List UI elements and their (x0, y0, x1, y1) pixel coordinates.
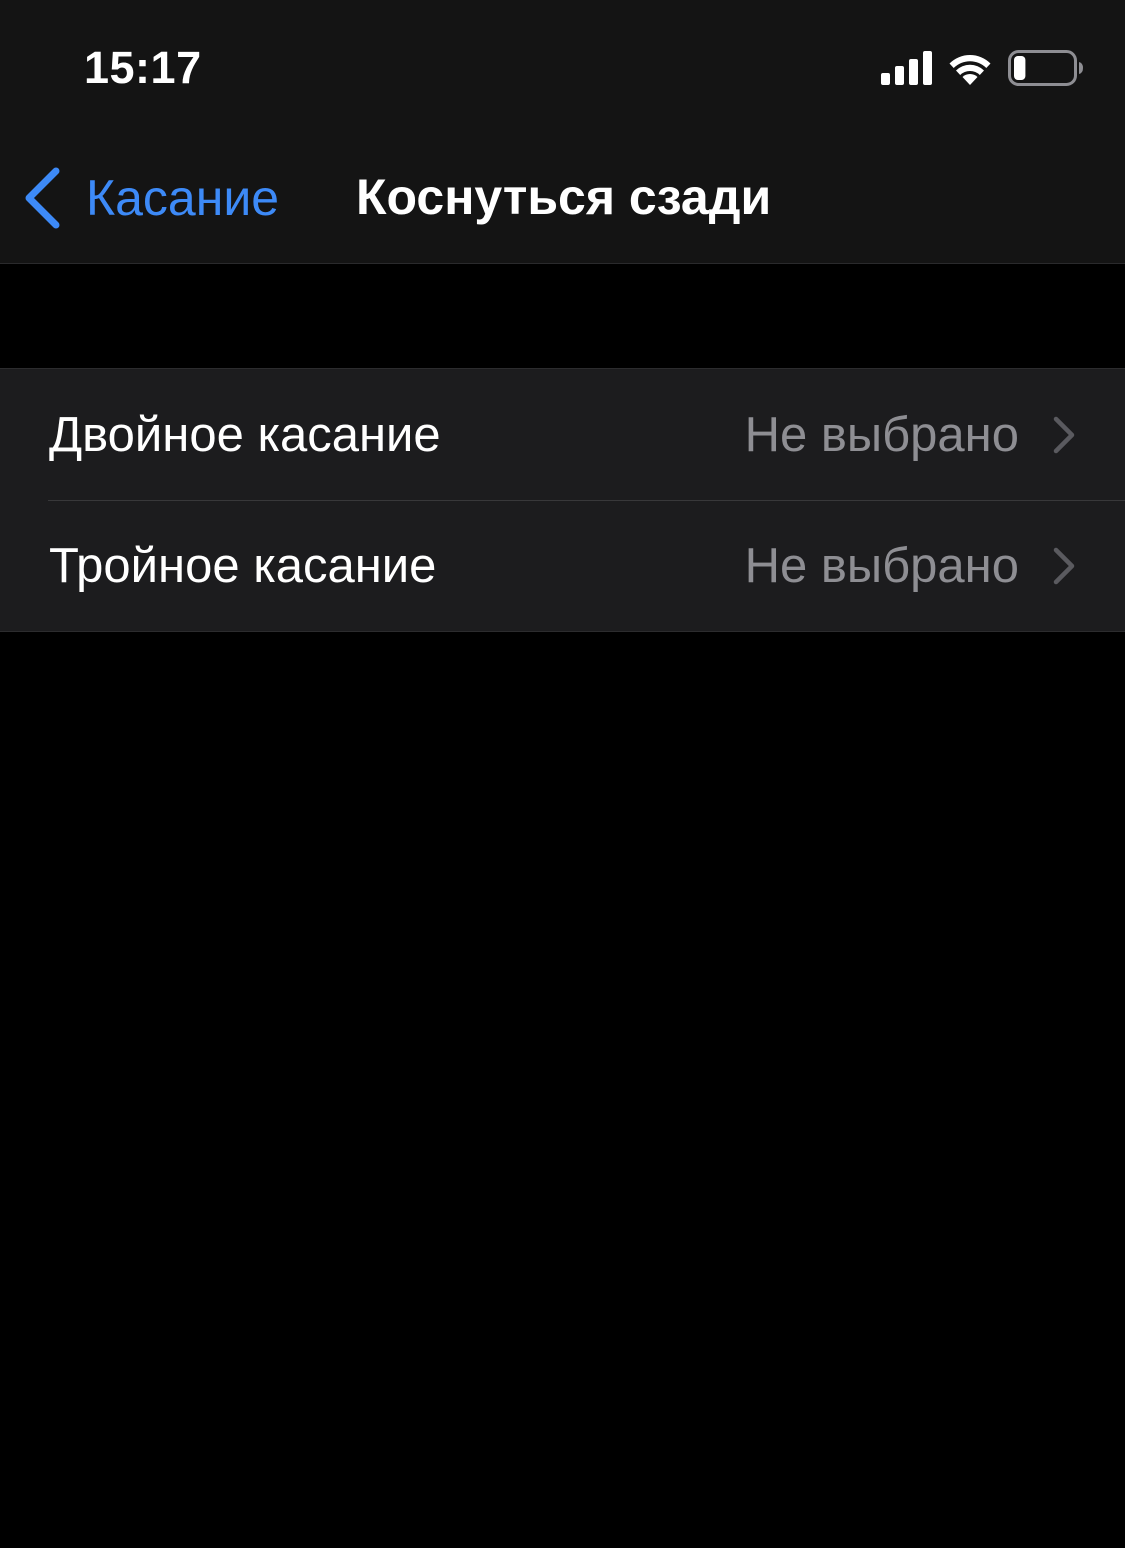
triple-tap-row[interactable]: Тройное касание Не выбрано (0, 500, 1125, 631)
double-tap-row[interactable]: Двойное касание Не выбрано (0, 369, 1125, 500)
double-tap-value: Не выбрано (744, 407, 1019, 462)
battery-icon (1008, 50, 1083, 86)
back-button[interactable]: Касание (22, 162, 279, 234)
page-title: Коснуться сзади (356, 169, 772, 225)
status-bar: 15:17 (0, 0, 1125, 130)
settings-group: Двойное касание Не выбрано Тройное касан… (0, 368, 1125, 632)
wifi-icon (949, 55, 991, 85)
triple-tap-label: Тройное касание (49, 538, 437, 593)
triple-tap-value: Не выбрано (744, 538, 1019, 593)
header-area: 15:17 Касание Коснуться сзади (0, 0, 1125, 264)
double-tap-label: Двойное касание (49, 407, 441, 462)
chevron-right-icon (1053, 547, 1075, 584)
navigation-bar: Касание Коснуться сзади (0, 130, 1125, 263)
chevron-left-icon (25, 167, 60, 229)
back-label: Касание (86, 170, 280, 226)
cellular-signal-icon (881, 51, 932, 85)
status-time: 15:17 (84, 42, 202, 93)
chevron-right-icon (1053, 416, 1075, 453)
